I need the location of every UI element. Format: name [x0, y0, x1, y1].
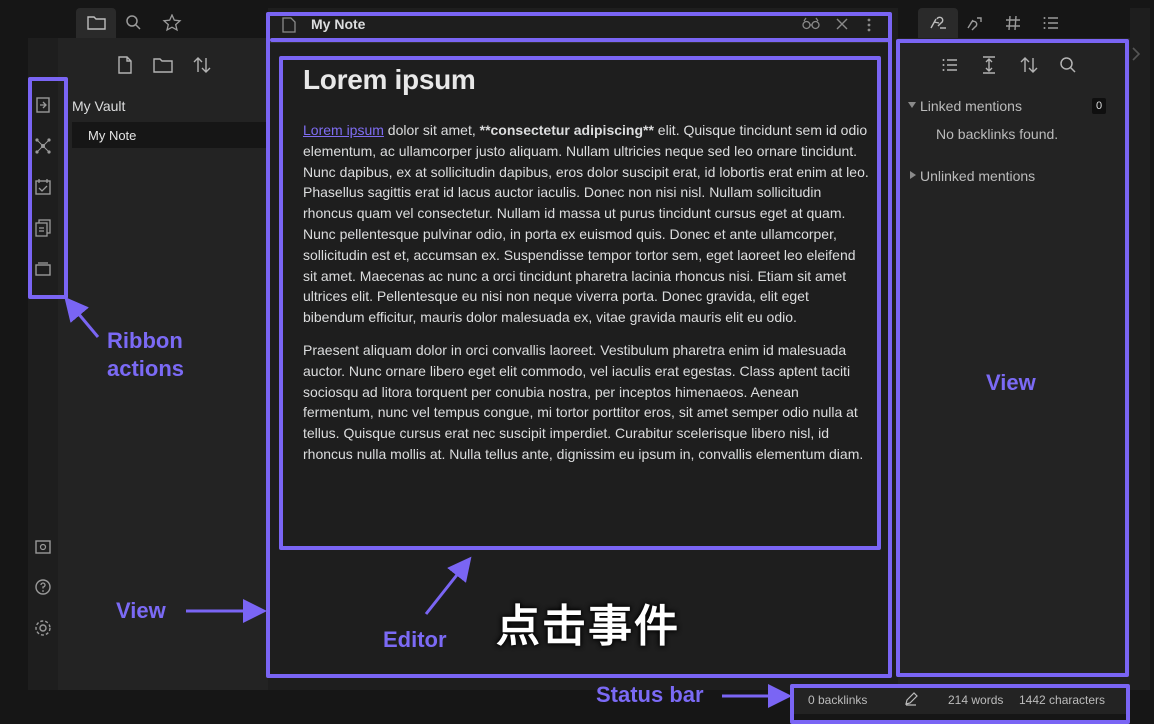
annotation-status-bar: Status bar	[596, 682, 704, 707]
annotation-editor: Editor	[383, 627, 447, 652]
annotation-view-right: View	[986, 370, 1036, 395]
annotation-ribbon-label: Ribbon actions	[107, 327, 184, 383]
annotation-ribbon-line1: Ribbon	[107, 328, 183, 353]
annotation-view-left: View	[116, 598, 166, 623]
video-caption: 点击事件	[496, 602, 680, 651]
annotation-ribbon-line2: actions	[107, 356, 185, 381]
arrow-ribbon	[64, 296, 100, 338]
arrow-editor	[424, 556, 472, 615]
